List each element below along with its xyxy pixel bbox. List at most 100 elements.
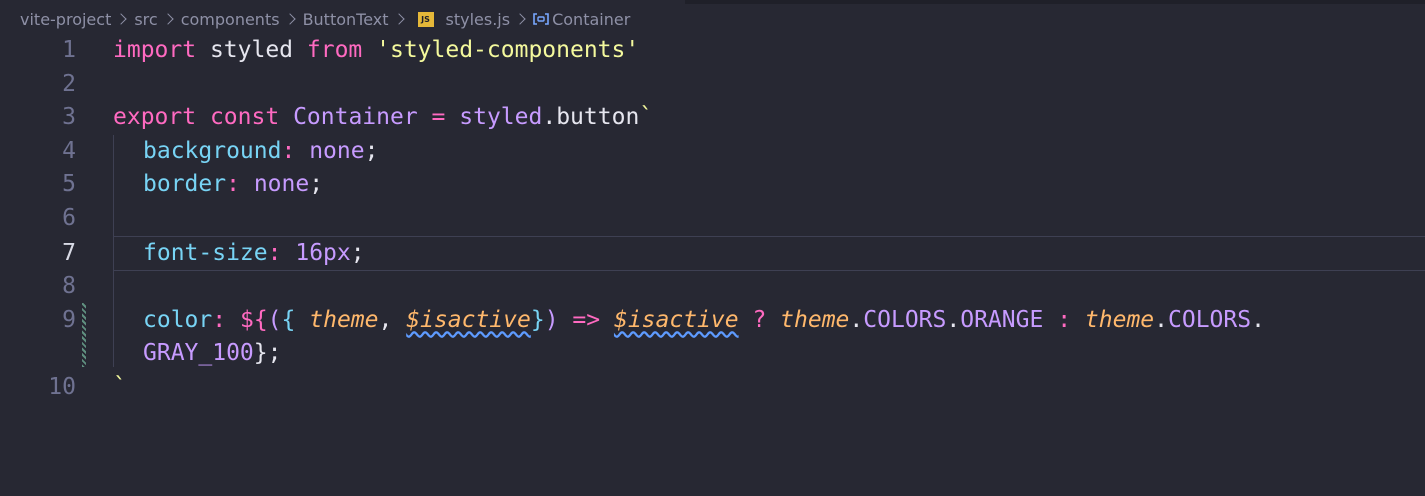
token: theme — [1084, 306, 1155, 333]
line-number-active: 7 — [62, 239, 76, 266]
token: font-size — [143, 239, 268, 266]
token: theme — [309, 306, 379, 333]
token: : — [226, 170, 240, 197]
token: ? — [752, 306, 767, 333]
tab-strip — [685, 0, 1425, 4]
code-line[interactable]: 5 border: none; — [0, 167, 1425, 201]
code-line-active[interactable]: 7 font-size: 16px; — [0, 236, 1425, 270]
token: : — [281, 137, 296, 164]
code-line[interactable]: 9 color: ${({ theme, $isactive}) => $isa… — [0, 303, 1425, 337]
token: ; — [364, 137, 379, 164]
code-text[interactable]: import styled from 'styled-components' — [113, 37, 639, 63]
token: => — [572, 306, 601, 333]
chevron-right-icon — [162, 13, 174, 25]
breadcrumb-item-components[interactable]: components — [181, 10, 280, 29]
code-line[interactable]: 3 export const Container = styled.button… — [0, 100, 1425, 134]
breadcrumb-item-file[interactable]: styles.js — [446, 10, 511, 29]
code-text[interactable]: ` — [113, 374, 127, 400]
token: , — [378, 306, 407, 333]
token: ` — [113, 373, 127, 400]
code-text[interactable]: export const Container = styled.button` — [113, 104, 653, 130]
line-number: 3 — [62, 103, 76, 130]
code-line[interactable]: 1 import styled from 'styled-components' — [0, 33, 1425, 67]
token: GRAY_100 — [143, 339, 254, 366]
token: { — [281, 306, 296, 333]
code-line-wrapped[interactable]: GRAY_100}; — [0, 336, 1425, 370]
token: : — [212, 306, 227, 333]
token: styled — [459, 103, 543, 130]
token: none — [309, 137, 365, 164]
chevron-right-icon — [514, 13, 526, 25]
line-number: 2 — [62, 70, 76, 97]
token: border — [143, 170, 227, 197]
token: import — [113, 36, 197, 63]
token: from — [306, 36, 363, 63]
code-editor[interactable]: vite-project src components ButtonText J… — [0, 0, 1425, 496]
token: } — [530, 306, 545, 333]
token: 'styled-components' — [376, 36, 640, 63]
token: export — [113, 103, 197, 130]
line-number: 4 — [62, 137, 76, 164]
code-text[interactable]: background: none; — [143, 138, 378, 164]
token: = — [431, 103, 446, 130]
token: : — [267, 239, 282, 266]
token: Container — [293, 103, 418, 130]
token: ${ — [239, 306, 268, 333]
breadcrumb: vite-project src components ButtonText J… — [20, 8, 630, 30]
breadcrumb-item-src[interactable]: src — [134, 10, 157, 29]
line-number: 5 — [62, 170, 76, 197]
breadcrumb-item-project[interactable]: vite-project — [20, 10, 111, 29]
symbol-variable-icon — [533, 13, 549, 25]
token: COLORS — [863, 306, 947, 333]
token: none — [253, 170, 310, 197]
token: 16px — [295, 239, 351, 266]
code-line[interactable]: 4 background: none; — [0, 134, 1425, 168]
code-text[interactable]: GRAY_100}; — [143, 340, 281, 366]
line-number: 9 — [62, 306, 76, 333]
breadcrumb-item-symbol[interactable]: Container — [552, 10, 630, 29]
chevron-right-icon — [283, 13, 296, 25]
code-text[interactable]: border: none; — [143, 171, 323, 197]
code-line[interactable]: 6 — [0, 201, 1425, 235]
token: . — [1251, 306, 1265, 333]
token: styled — [196, 36, 307, 63]
token: $isactive — [613, 306, 739, 333]
token: .button — [542, 103, 640, 130]
token: ; — [309, 170, 324, 197]
code-text[interactable]: font-size: 16px; — [143, 240, 365, 266]
token: . — [946, 306, 961, 333]
chevron-right-icon — [115, 13, 128, 25]
token: COLORS — [1168, 306, 1252, 333]
code-line[interactable]: 2 — [0, 67, 1425, 101]
token: background — [143, 137, 282, 164]
line-number: 1 — [62, 36, 76, 63]
breadcrumb-item-buttontext[interactable]: ButtonText — [303, 10, 389, 29]
token: theme — [780, 306, 850, 333]
code-text[interactable]: color: ${({ theme, $isactive}) => $isact… — [143, 307, 1265, 333]
token: }; — [253, 339, 282, 366]
token: . — [849, 306, 864, 333]
token: color — [143, 306, 213, 333]
token: ( — [267, 306, 282, 333]
code-line[interactable]: 10 ` — [0, 370, 1425, 404]
token: const — [209, 103, 280, 130]
code-line[interactable]: 8 — [0, 269, 1425, 303]
token: . — [1154, 306, 1169, 333]
token: ORANGE — [960, 306, 1044, 333]
chevron-right-icon — [392, 13, 405, 25]
line-number: 6 — [62, 204, 76, 231]
